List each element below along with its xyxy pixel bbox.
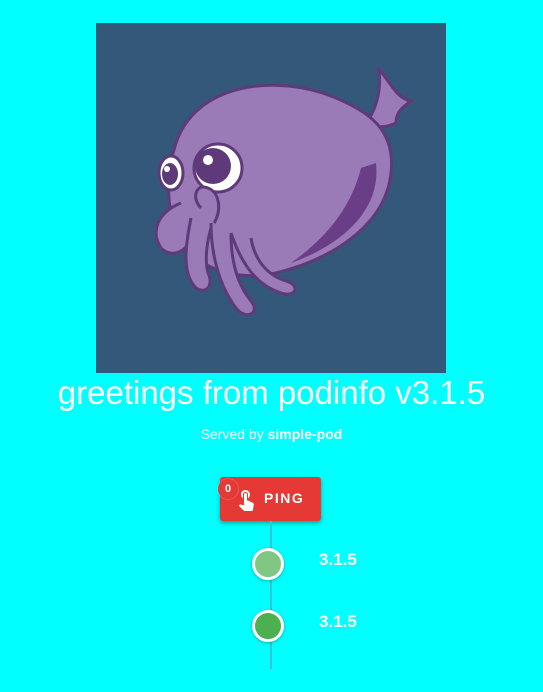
octopus-mascot-icon (96, 23, 446, 373)
timeline-dot (252, 548, 284, 580)
timeline-label: 3.1.5 (319, 612, 357, 631)
timeline-item: 3.1.5 (0, 546, 543, 586)
ping-count-badge: 0 (218, 479, 238, 499)
ping-button[interactable]: 0 PING (218, 477, 321, 521)
page: greetings from podinfo v3.1.5 Served by … (0, 0, 543, 692)
timeline-item: 3.1.5 (0, 608, 543, 648)
ping-button-label: PING (264, 490, 305, 506)
page-title: greetings from podinfo v3.1.5 (57, 374, 486, 411)
served-prefix: Served by (200, 426, 264, 442)
timeline-label: 3.1.5 (319, 550, 357, 569)
served-host: simple-pod (267, 426, 343, 442)
timeline-dot (252, 610, 284, 642)
served-by-text: Served by simple-pod (0, 424, 543, 444)
